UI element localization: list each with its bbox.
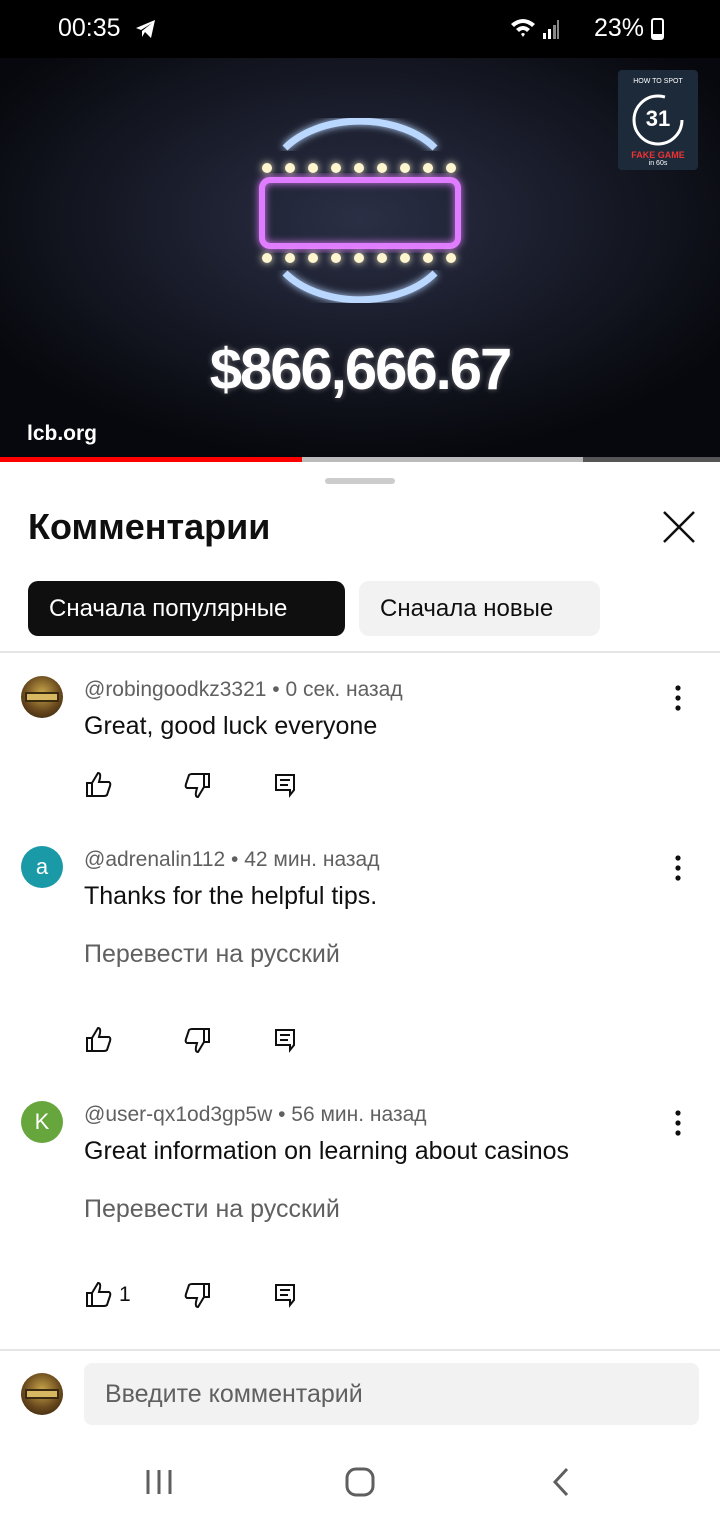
comment-author[interactable]: @robingoodkz3321 • 0 сек. назад bbox=[84, 678, 403, 702]
comments-sheet: Комментарии Сначала популярные Сначала н… bbox=[0, 462, 720, 1520]
comment-text: Great information on learning about casi… bbox=[84, 1137, 570, 1165]
comment-text: Great, good luck everyone bbox=[84, 712, 378, 740]
system-nav-bar bbox=[0, 1440, 720, 1520]
more-vert-icon[interactable] bbox=[664, 1107, 692, 1139]
sheet-title: Комментарии bbox=[28, 506, 271, 547]
divider bbox=[0, 1349, 720, 1351]
thumb-down-icon[interactable] bbox=[182, 1025, 212, 1055]
thumb-up-icon[interactable] bbox=[84, 1280, 114, 1310]
thumb-down-icon[interactable] bbox=[182, 770, 212, 800]
thumb-up-icon[interactable] bbox=[84, 1025, 114, 1055]
avatar-logo-image bbox=[25, 692, 59, 702]
comment-input-container bbox=[84, 1363, 699, 1425]
video-watermark: lcb.org bbox=[27, 422, 98, 445]
comment-input[interactable] bbox=[84, 1363, 664, 1425]
video-overlay-amount: $866,666.67 bbox=[209, 337, 513, 402]
avatar-logo-image bbox=[25, 1389, 59, 1399]
translate-link[interactable]: Перевести на русский bbox=[84, 1195, 340, 1224]
more-vert-icon[interactable] bbox=[664, 852, 692, 884]
status-time: 00:35 bbox=[58, 14, 121, 42]
back-icon[interactable] bbox=[542, 1462, 582, 1502]
avatar[interactable] bbox=[21, 676, 63, 718]
thumbnail-number: 31 bbox=[645, 106, 671, 131]
thumbnail-label: FAKE GAME bbox=[631, 150, 685, 160]
translate-link[interactable]: Перевести на русский bbox=[84, 940, 340, 969]
home-icon[interactable] bbox=[340, 1462, 380, 1502]
video-thumbnail-card[interactable]: HOW TO SPOT 31 FAKE GAME in 60s bbox=[618, 70, 698, 170]
telegram-icon bbox=[136, 20, 155, 38]
avatar[interactable]: a bbox=[21, 846, 63, 888]
reply-icon[interactable] bbox=[270, 1025, 300, 1055]
comment-author[interactable]: @adrenalin112 • 42 мин. назад bbox=[84, 848, 379, 872]
signal-icon bbox=[543, 20, 559, 39]
more-vert-icon[interactable] bbox=[664, 682, 692, 714]
thumb-down-icon[interactable] bbox=[182, 1280, 212, 1310]
sort-chip-newest[interactable]: Сначала новые bbox=[359, 581, 600, 636]
wifi-icon bbox=[511, 19, 535, 37]
thumbnail-sub: in 60s bbox=[648, 160, 668, 167]
recents-icon[interactable] bbox=[139, 1462, 179, 1502]
close-icon[interactable] bbox=[656, 504, 702, 550]
comment-author[interactable]: @user-qx1od3gp5w • 56 мин. назад bbox=[84, 1103, 427, 1127]
drag-handle[interactable] bbox=[325, 478, 395, 484]
user-avatar[interactable] bbox=[21, 1373, 63, 1415]
status-bar: 00:35 23% bbox=[0, 0, 720, 58]
battery-percent: 23% bbox=[593, 14, 644, 42]
like-count: 1 bbox=[119, 1283, 131, 1306]
thumb-up-icon[interactable] bbox=[84, 770, 114, 800]
avatar[interactable]: K bbox=[21, 1101, 63, 1143]
sort-chip-popular[interactable]: Сначала популярные bbox=[28, 581, 345, 636]
divider bbox=[0, 651, 720, 653]
battery-icon bbox=[651, 18, 664, 40]
reply-icon[interactable] bbox=[270, 770, 300, 800]
comment-text: Thanks for the helpful tips. bbox=[84, 882, 378, 910]
reply-icon[interactable] bbox=[270, 1280, 300, 1310]
video-player[interactable]: $866,666.67 lcb.org HOW TO SPOT 31 FAKE … bbox=[0, 58, 720, 460]
